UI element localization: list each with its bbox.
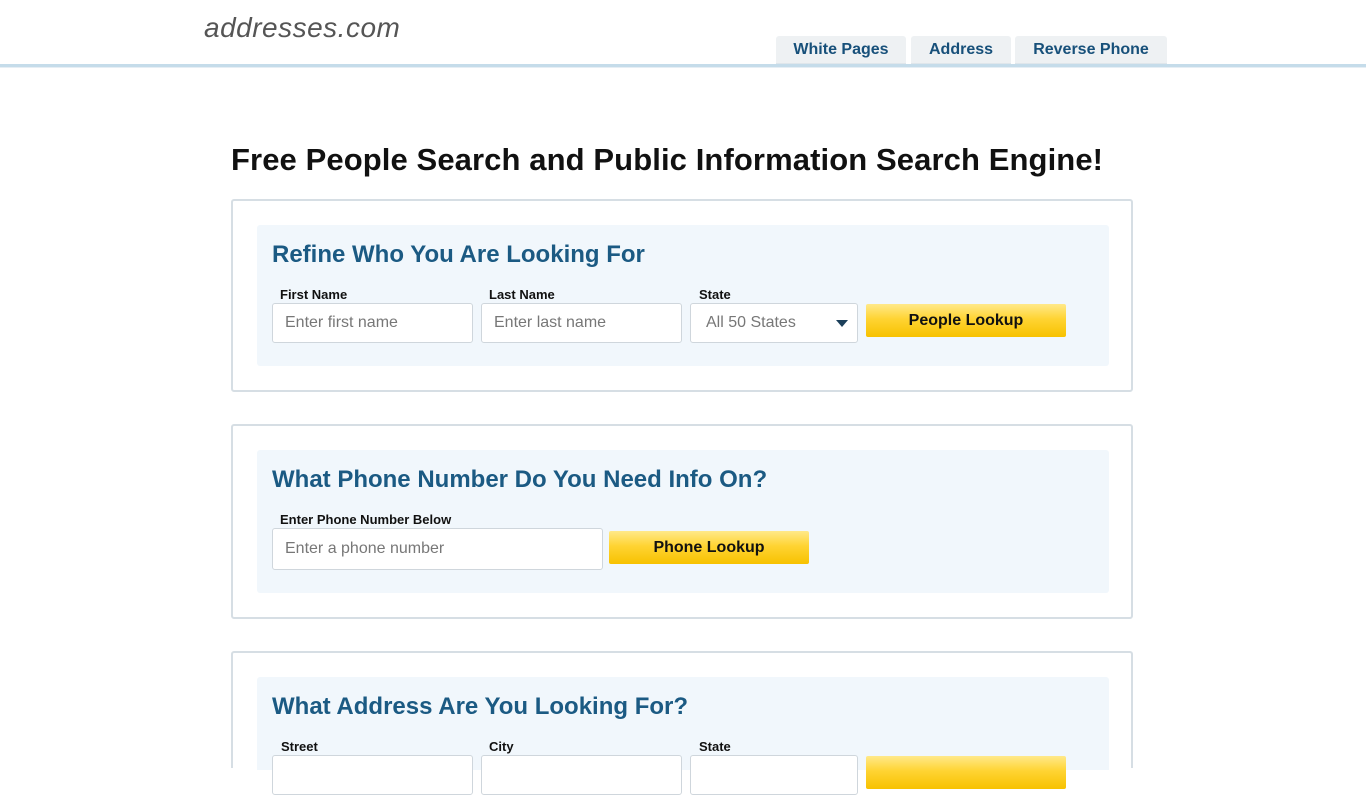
address-state-label: State xyxy=(699,739,731,754)
address-search-card: What Address Are You Looking For? Street… xyxy=(231,651,1133,795)
city-input[interactable] xyxy=(481,755,682,795)
address-search-heading: What Address Are You Looking For? xyxy=(272,693,689,720)
state-select[interactable]: All 50 States xyxy=(690,303,858,343)
city-label: City xyxy=(489,739,514,754)
site-header: addresses.com White Pages Address Revers… xyxy=(0,0,1366,65)
state-select-value: All 50 States xyxy=(706,314,796,331)
state-label: State xyxy=(699,287,731,302)
phone-number-label: Enter Phone Number Below xyxy=(280,512,452,527)
address-state-select[interactable] xyxy=(690,755,858,795)
last-name-label: Last Name xyxy=(489,287,555,302)
first-name-input[interactable] xyxy=(272,303,473,343)
address-search-panel: What Address Are You Looking For? Street… xyxy=(257,677,1109,795)
street-label: Street xyxy=(281,739,318,754)
header-divider xyxy=(0,64,1366,68)
chevron-down-icon xyxy=(836,320,848,327)
first-name-label: First Name xyxy=(280,287,348,302)
phone-lookup-button[interactable]: Phone Lookup xyxy=(609,531,809,564)
people-search-panel: Refine Who You Are Looking For First Nam… xyxy=(257,225,1109,366)
phone-search-heading: What Phone Number Do You Need Info On? xyxy=(272,466,768,493)
street-input[interactable] xyxy=(272,755,473,795)
nav-tab-address[interactable]: Address xyxy=(911,36,1011,65)
people-search-heading: Refine Who You Are Looking For xyxy=(272,241,645,268)
phone-search-card: What Phone Number Do You Need Info On? E… xyxy=(231,424,1133,619)
phone-number-input[interactable] xyxy=(272,528,603,570)
nav-tab-reverse-phone[interactable]: Reverse Phone xyxy=(1015,36,1167,65)
nav-tab-white-pages[interactable]: White Pages xyxy=(776,36,906,65)
site-logo[interactable]: addresses.com xyxy=(204,12,400,44)
page-title: Free People Search and Public Informatio… xyxy=(231,142,1104,177)
last-name-input[interactable] xyxy=(481,303,682,343)
people-search-card: Refine Who You Are Looking For First Nam… xyxy=(231,199,1133,392)
address-lookup-button[interactable] xyxy=(866,756,1066,789)
people-lookup-button[interactable]: People Lookup xyxy=(866,304,1066,337)
phone-search-panel: What Phone Number Do You Need Info On? E… xyxy=(257,450,1109,593)
